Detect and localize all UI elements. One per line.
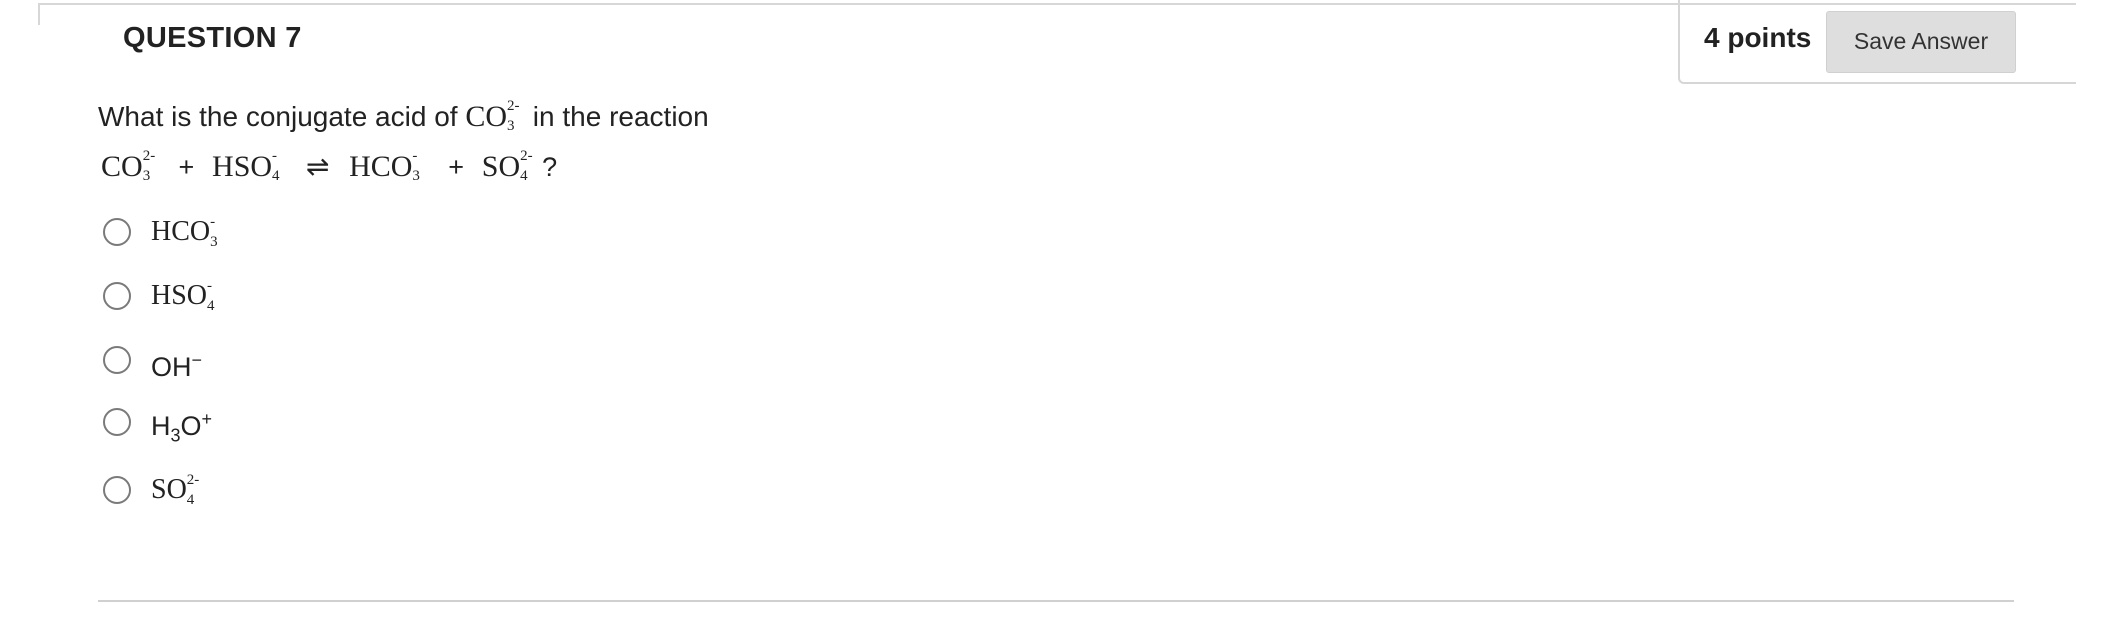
question-title: QUESTION 7 bbox=[123, 22, 302, 54]
points-label: 4 points bbox=[1704, 22, 1812, 53]
option-label: H3O+ bbox=[151, 409, 213, 446]
prompt-text-after: in the reaction bbox=[525, 101, 709, 132]
radio-button[interactable] bbox=[103, 408, 131, 436]
radio-button[interactable] bbox=[103, 346, 131, 374]
plus-sign: + bbox=[178, 152, 195, 182]
equilibrium-arrow-icon: ⇌ bbox=[305, 150, 330, 183]
prompt-species: CO 2- 3 bbox=[465, 98, 520, 134]
option-label: HCO -3 bbox=[151, 214, 218, 250]
prompt-text-before: What is the conjugate acid of bbox=[98, 101, 466, 132]
product-2: SO 2- 4 bbox=[481, 148, 533, 184]
points-panel: 4 points Save Answer bbox=[1678, 0, 2076, 84]
answer-option-3[interactable]: OH− bbox=[103, 340, 203, 382]
bottom-divider bbox=[98, 600, 2014, 602]
question-mark: ? bbox=[542, 152, 558, 182]
answer-option-2[interactable]: HSO -4 bbox=[103, 276, 225, 316]
top-divider bbox=[38, 3, 1678, 5]
reaction-equation: CO 2- 3 + HSO -4 ⇌ HCO -3 + SO 2- 4? bbox=[101, 148, 558, 184]
option-label: OH− bbox=[151, 349, 203, 382]
reactant-2: HSO -4 bbox=[212, 148, 280, 184]
radio-button[interactable] bbox=[103, 282, 131, 310]
option-label: SO 2- 4 bbox=[151, 472, 200, 508]
plus-sign: + bbox=[448, 152, 464, 182]
option-label: HSO -4 bbox=[151, 278, 215, 314]
product-1: HCO -3 bbox=[349, 148, 420, 184]
radio-button[interactable] bbox=[103, 476, 131, 504]
reactant-1: CO 2- 3 bbox=[101, 148, 156, 184]
answer-option-1[interactable]: HCO -3 bbox=[103, 212, 228, 252]
question-prompt: What is the conjugate acid of CO 2- 3 in t… bbox=[98, 98, 709, 134]
question-page: QUESTION 7 4 points Save Answer What is … bbox=[0, 0, 2122, 635]
radio-button[interactable] bbox=[103, 218, 131, 246]
left-divider bbox=[38, 3, 40, 25]
answer-option-5[interactable]: SO 2- 4 bbox=[103, 470, 205, 510]
answer-option-4[interactable]: H3O+ bbox=[103, 402, 212, 446]
save-answer-button[interactable]: Save Answer bbox=[1826, 11, 2016, 73]
